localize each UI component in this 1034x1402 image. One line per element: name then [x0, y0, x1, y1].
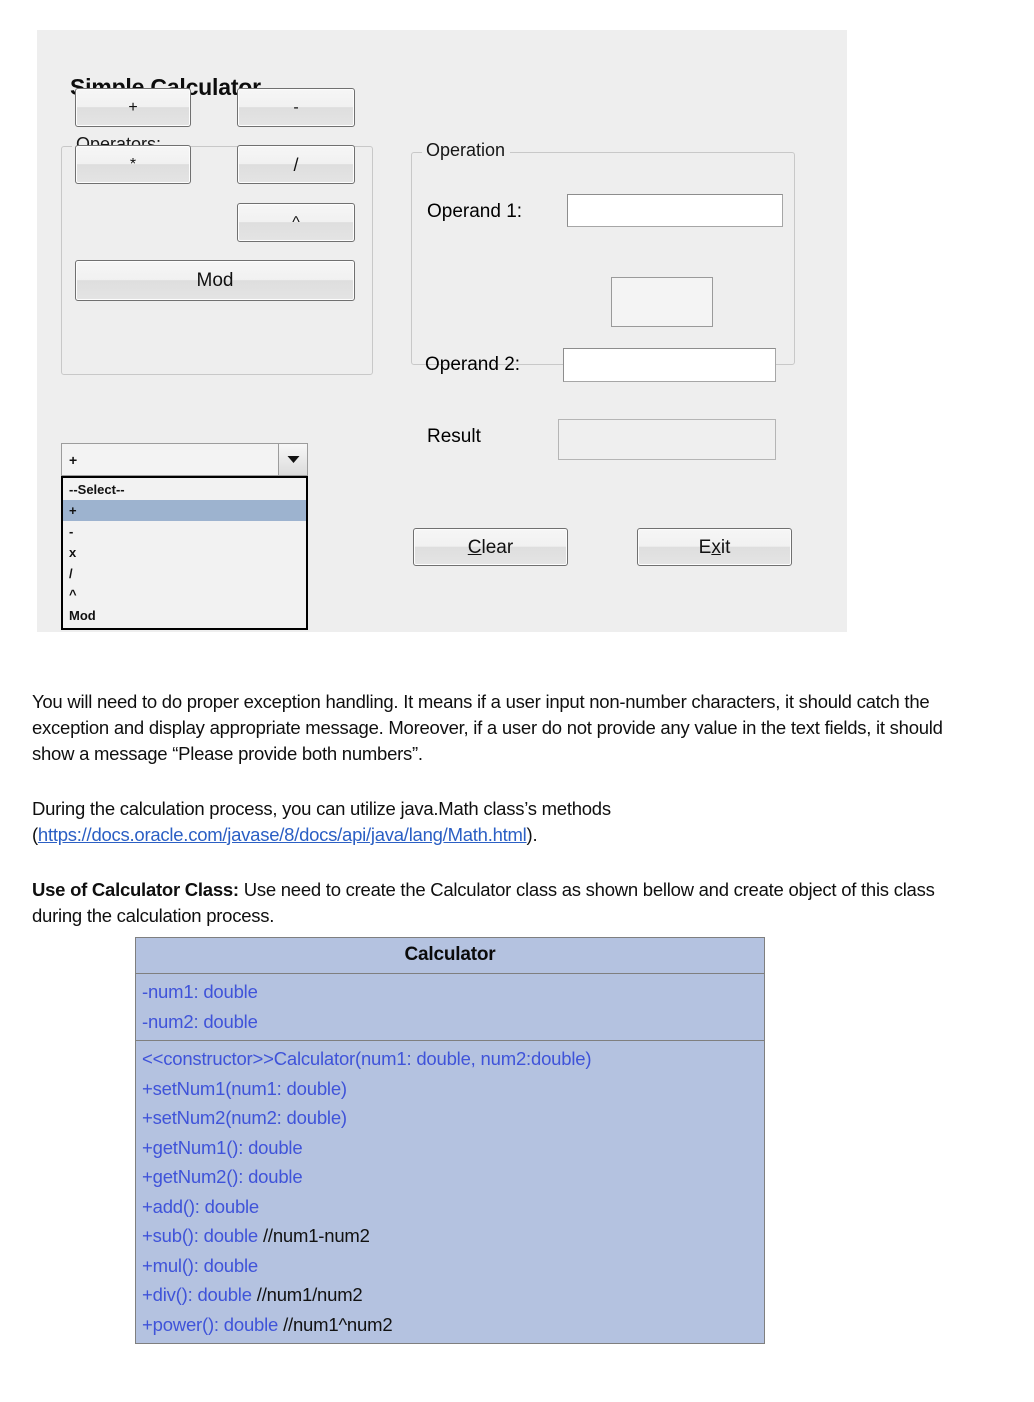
- operation-groupbox-label: Operation: [422, 140, 511, 161]
- result-label: Result: [427, 426, 481, 447]
- uml-method-row: <<constructor>>Calculator(num1: double, …: [142, 1044, 764, 1074]
- operator-combobox[interactable]: +: [61, 443, 308, 476]
- operator-combobox-dropdown[interactable]: --Select-- + - x / ^ Mod: [61, 476, 308, 630]
- uml-methods-section: <<constructor>>Calculator(num1: double, …: [136, 1040, 764, 1343]
- operator-option[interactable]: Mod: [63, 605, 306, 626]
- operator-option[interactable]: --Select--: [63, 479, 306, 500]
- uml-class-name: Calculator: [136, 938, 764, 974]
- uml-method-row: +getNum2(): double: [142, 1162, 764, 1192]
- calculator-screenshot-panel: Simple Calculator Operators: + - * / ^ M…: [37, 30, 847, 632]
- exit-button-prefix: E: [698, 536, 712, 558]
- uml-method-row: +add(): double: [142, 1192, 764, 1222]
- exit-button-accel: x: [711, 536, 721, 558]
- operator-option[interactable]: ^: [63, 584, 306, 605]
- chevron-down-icon[interactable]: [278, 444, 307, 475]
- uml-method-signature: +div(): double: [142, 1284, 257, 1305]
- uml-method-signature: +setNum1(num1: double): [142, 1077, 347, 1099]
- operator-display-box[interactable]: [611, 277, 713, 327]
- operand1-input[interactable]: [567, 194, 783, 227]
- uml-method-signature: +mul(): double: [142, 1254, 258, 1276]
- para2-text-after: ).: [526, 823, 538, 845]
- uml-method-comment: //num1-num2: [262, 1225, 370, 1246]
- operator-option[interactable]: /: [63, 563, 306, 584]
- uml-attribute-row: -num2: double: [142, 1010, 258, 1032]
- operator-power-button[interactable]: ^: [237, 203, 355, 242]
- uml-method-signature: +getNum2(): double: [142, 1166, 303, 1187]
- clear-button-label: lear: [481, 536, 514, 558]
- math-docs-link[interactable]: https://docs.oracle.com/javase/8/docs/ap…: [38, 824, 527, 845]
- uml-attributes-section: -num1: double -num2: double: [136, 974, 764, 1040]
- result-output: [558, 419, 776, 460]
- uml-method-signature: +getNum1(): double: [142, 1136, 303, 1158]
- paragraph-exception-handling: You will need to do proper exception han…: [32, 690, 943, 764]
- uml-method-row: +div(): double //num1/num2: [142, 1280, 764, 1310]
- operator-multiply-button[interactable]: *: [75, 145, 191, 184]
- operand2-input[interactable]: [563, 348, 776, 382]
- operator-option[interactable]: x: [63, 542, 306, 563]
- para3-heading: Use of Calculator Class:: [32, 878, 239, 900]
- uml-method-row: +mul(): double: [142, 1251, 764, 1281]
- uml-method-comment: //num1^num2: [283, 1313, 393, 1335]
- operator-subtract-button[interactable]: -: [237, 88, 355, 127]
- operator-add-button[interactable]: +: [75, 88, 191, 127]
- operator-combobox-value: +: [62, 444, 278, 475]
- uml-method-row: +sub(): double //num1-num2: [142, 1221, 764, 1251]
- operation-groupbox: Operation: [411, 140, 795, 365]
- operand2-label: Operand 2:: [425, 354, 521, 375]
- uml-method-comment: //num1/num2: [256, 1284, 363, 1305]
- operator-divide-button[interactable]: /: [237, 145, 355, 184]
- uml-method-row: +power(): double //num1^num2: [142, 1310, 764, 1340]
- uml-attribute-row: -num1: double: [142, 981, 258, 1002]
- paragraph-math-class: During the calculation process, you can …: [32, 796, 732, 848]
- uml-method-signature: +setNum2(num2: double): [142, 1107, 347, 1128]
- uml-method-signature: +power(): double: [142, 1313, 284, 1335]
- clear-button[interactable]: Clear: [413, 528, 568, 566]
- exit-button[interactable]: Exit: [637, 528, 792, 566]
- uml-method-row: +setNum2(num2: double): [142, 1103, 764, 1133]
- uml-method-signature: +add(): double: [142, 1195, 260, 1217]
- exit-button-label: it: [720, 536, 731, 558]
- operand1-label: Operand 1:: [427, 201, 523, 222]
- uml-method-row: +getNum1(): double: [142, 1133, 764, 1163]
- operator-mod-button[interactable]: Mod: [75, 260, 355, 301]
- operator-option[interactable]: -: [63, 521, 306, 542]
- paragraph-calculator-class: Use of Calculator Class: Use need to cre…: [32, 877, 952, 929]
- uml-method-signature: +sub(): double: [142, 1225, 263, 1246]
- calculator-class-diagram: Calculator -num1: double -num2: double <<…: [135, 937, 765, 1344]
- clear-button-accel: C: [467, 536, 482, 558]
- operator-option[interactable]: +: [63, 500, 306, 521]
- uml-method-signature: <<constructor>>Calculator(num1: double, …: [142, 1048, 592, 1069]
- uml-method-row: +setNum1(num1: double): [142, 1074, 764, 1104]
